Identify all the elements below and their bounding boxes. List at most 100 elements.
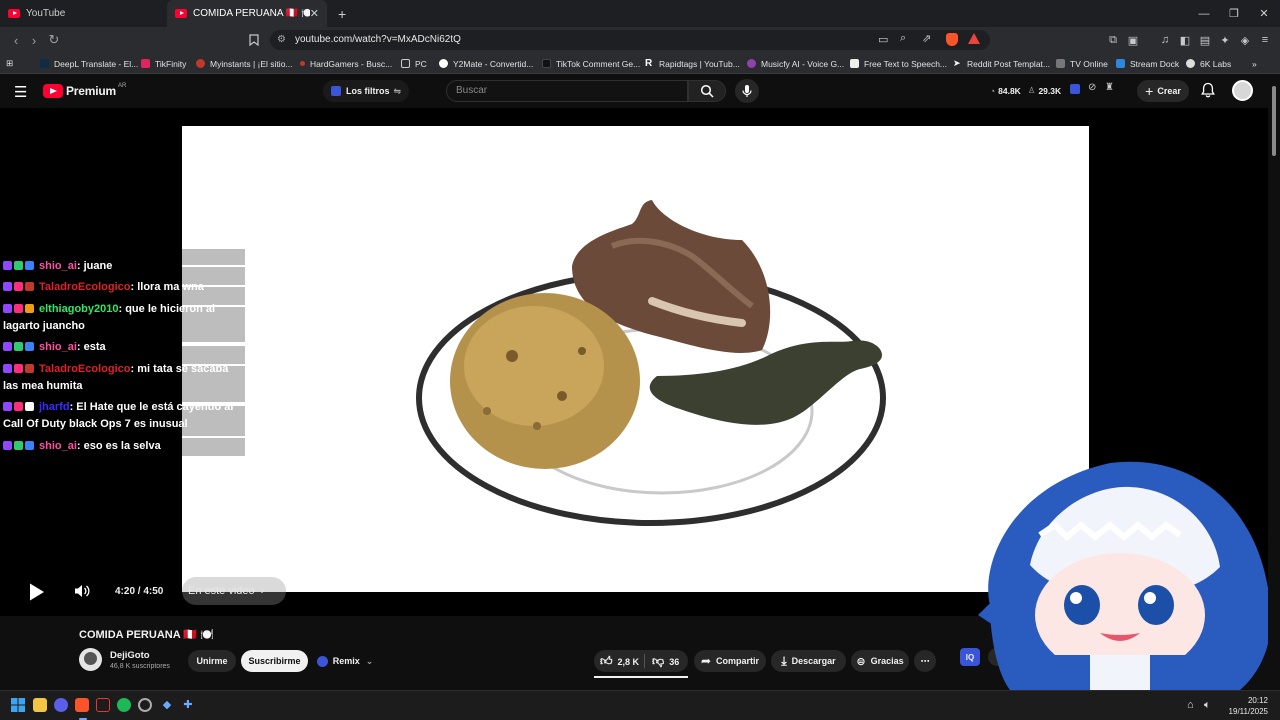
bookmark-item[interactable]: Musicfy AI - Voice G... [747, 56, 844, 71]
reload-icon[interactable]: ↻ [44, 31, 64, 49]
back-icon[interactable]: ‹ [6, 31, 26, 49]
trophy-icon[interactable]: ♜ [1105, 82, 1114, 93]
close-tab-icon[interactable]: ✕ [310, 7, 319, 20]
obs-icon[interactable] [138, 698, 152, 712]
more-bookmarks-icon[interactable]: » [1252, 56, 1257, 71]
stream-deck-icon[interactable]: ◆ [160, 698, 174, 712]
brave-browser-icon[interactable] [75, 698, 89, 712]
apps-grid-icon[interactable]: ⊞ [6, 56, 13, 71]
download-button[interactable]: ⤓ Descargar [771, 650, 846, 672]
youtube-logo[interactable]: Premium AR [43, 83, 127, 98]
bookmark-item[interactable]: DeepL Translate - El... [40, 56, 138, 71]
scrollbar-thumb[interactable] [1272, 86, 1276, 156]
thanks-button[interactable]: ⊜ Gracias [851, 650, 909, 672]
site-info-icon[interactable]: ⚙ [277, 34, 286, 45]
screenshot-icon[interactable]: ▣ [1124, 31, 1142, 49]
channel-name[interactable]: DejiGoto [110, 650, 150, 661]
bookmark-folder[interactable]: PC [401, 56, 427, 71]
bookmark-item[interactable]: R Rapidtags | YouTub... [645, 56, 740, 71]
plus-icon: + [1145, 83, 1154, 99]
tiktok-icon [542, 59, 551, 68]
video-frame [182, 126, 1089, 592]
pinned-app-icon[interactable]: ✚ [181, 698, 195, 712]
chat-message: shio_ai: eso es la selva [3, 438, 243, 455]
close-window-icon[interactable]: ✕ [1248, 0, 1280, 27]
dislike-button[interactable]: 👎︎ 36 [652, 654, 679, 669]
channel-avatar[interactable] [79, 648, 102, 671]
youtube-favicon-icon [175, 9, 187, 18]
extension-icon[interactable] [1070, 84, 1080, 94]
minimize-icon[interactable]: — [1188, 0, 1220, 27]
restore-icon[interactable]: ❐ [1218, 0, 1250, 27]
video-title: COMIDA PERUANA 🇵🇪 🍽️ [79, 629, 214, 641]
address-bar[interactable]: ⚙ youtube.com/watch?v=MxADcNi62tQ ▭ ⌕ ⇗ [270, 30, 990, 50]
toggle-icon[interactable]: ⊘ [1088, 82, 1096, 93]
clock[interactable]: 20:12 19/11/2025 [1226, 695, 1268, 717]
vpn-icon[interactable]: ◈ [1236, 31, 1254, 49]
chapters-button[interactable]: En este video › [182, 577, 286, 605]
bookmark-item[interactable]: TikFinity [141, 56, 186, 71]
sidebar-icon[interactable]: ◧ [1176, 31, 1194, 49]
like-ratio-bar [594, 676, 688, 678]
youtube-header: ☰ Premium AR Los filtros ⇋ Buscar ◔ 84.8… [0, 74, 1280, 108]
avatar[interactable] [1232, 80, 1253, 101]
scrollbar[interactable] [1268, 74, 1280, 690]
app-icon[interactable] [96, 698, 110, 712]
volume-button[interactable] [74, 584, 90, 603]
leo-ai-icon[interactable]: ✦ [1216, 31, 1234, 49]
speaker-icon[interactable]: 🔈︎ [1204, 699, 1211, 712]
zoom-icon[interactable]: ⌕ [900, 32, 906, 45]
bookmark-item[interactable]: Y2Mate - Convertid... [439, 56, 533, 71]
bookmark-item[interactable]: ➤ Reddit Post Templat... [953, 56, 1050, 71]
share-button[interactable]: ➦ Compartir [694, 650, 766, 672]
create-button[interactable]: + Crear [1137, 80, 1189, 102]
search-button[interactable] [688, 80, 726, 102]
bookmark-item[interactable]: Myinstants | ¡El sitio... [196, 56, 293, 71]
windows-start-icon[interactable] [11, 698, 25, 712]
chat-badges-icon [3, 279, 39, 296]
remix-button[interactable]: Remix ⌄ [313, 650, 377, 672]
bookmark-item[interactable]: HardGamers - Busc... [300, 56, 392, 71]
tab-comida-peruana[interactable]: COMIDA PERUANA 🇵🇪 🍽️ - YouT ✕ [167, 0, 327, 27]
bookmark-item[interactable]: Free Text to Speech... [850, 56, 947, 71]
subscribe-button[interactable]: Suscribirme [241, 650, 308, 672]
filters-button[interactable]: Los filtros ⇋ [323, 80, 410, 102]
voice-search-button[interactable] [735, 79, 759, 103]
share-page-icon[interactable]: ⇗ [922, 32, 931, 45]
send-arrow-icon: ➤ [953, 58, 961, 68]
tab-youtube[interactable]: YouTube [0, 0, 165, 27]
forward-icon[interactable]: › [24, 31, 44, 49]
chevron-down-icon: ⌄ [365, 655, 374, 666]
search-input[interactable]: Buscar [446, 80, 688, 102]
windows-taskbar: ◆ ✚ ⌂ 🔈︎ 20:12 19/11/2025 [0, 690, 1280, 720]
file-explorer-icon[interactable] [33, 698, 47, 712]
media-control-icon[interactable]: ♫ [1156, 31, 1174, 49]
region-code: AR [117, 83, 127, 89]
bookmark-item[interactable]: TikTok Comment Ge... [542, 56, 640, 71]
tikfinity-icon [141, 59, 150, 68]
notifications-icon[interactable] [1201, 82, 1215, 103]
extensions-icon[interactable]: ⧉ [1104, 31, 1122, 49]
bookmark-item[interactable]: 6K Labs [1186, 56, 1231, 71]
bookmark-item[interactable]: TV Online [1056, 56, 1108, 71]
play-button[interactable] [28, 582, 46, 607]
discord-icon[interactable] [54, 698, 68, 712]
spotify-icon[interactable] [117, 698, 131, 712]
new-tab-button[interactable]: + [330, 0, 354, 27]
chat-badges-icon [3, 339, 39, 356]
brave-shield-icon[interactable] [946, 33, 958, 46]
network-icon[interactable]: ⌂ [1187, 699, 1194, 711]
guide-menu-icon[interactable]: ☰ [14, 83, 27, 101]
myinstants-icon [196, 59, 205, 68]
url-text: youtube.com/watch?v=MxADcNi62tQ [295, 34, 461, 45]
like-button[interactable]: 👍︎ 2,8 K [600, 654, 639, 669]
brave-rewards-icon[interactable] [968, 33, 980, 44]
menu-icon[interactable]: ≡ [1256, 31, 1274, 49]
wallet-icon[interactable]: ▤ [1196, 31, 1214, 49]
more-actions-icon[interactable]: ⋯ [914, 650, 936, 672]
bookmark-icon[interactable] [244, 31, 264, 49]
join-button[interactable]: Unirme [188, 650, 236, 672]
chat-message: shio_ai: esta [3, 339, 243, 356]
cast-icon[interactable]: ▭ [878, 33, 888, 46]
bookmark-item[interactable]: Stream Dock [1116, 56, 1179, 71]
